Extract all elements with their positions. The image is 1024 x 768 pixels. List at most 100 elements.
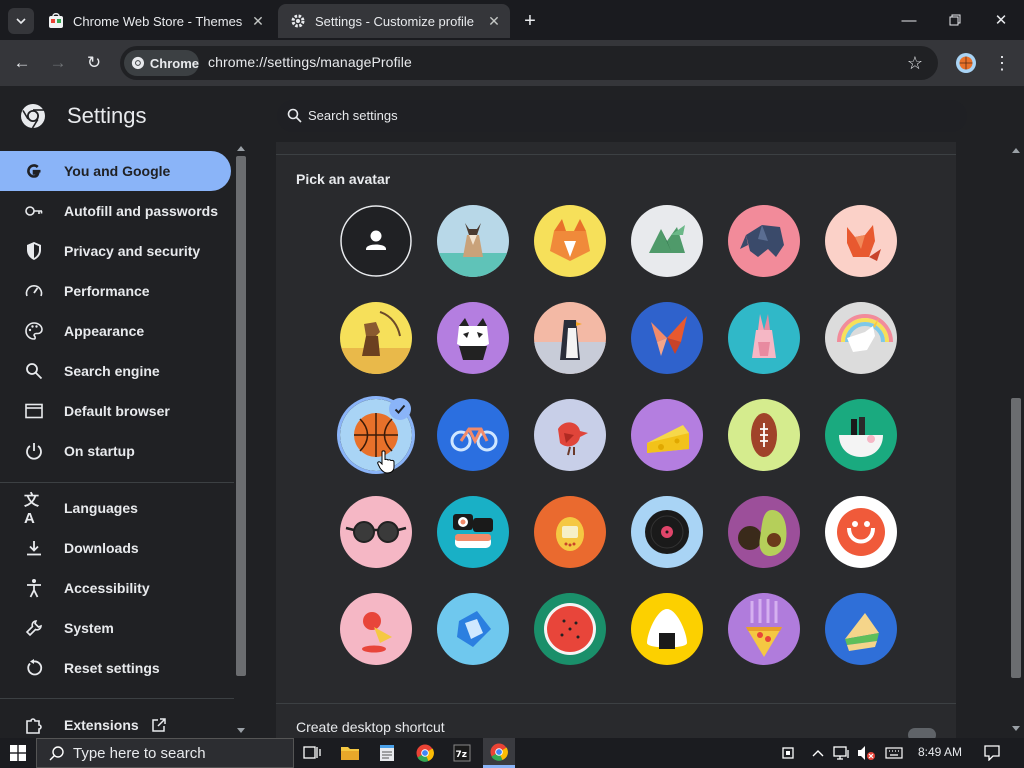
avatar-sushi[interactable] [437,496,509,568]
bird-icon [534,399,606,471]
tab-chrome-web-store[interactable]: Chrome Web Store - Themes ✕ [36,4,274,38]
avatar-ramen[interactable] [825,399,897,471]
avatar-bike[interactable] [437,399,509,471]
scroll-down-icon [1012,726,1020,731]
network-button[interactable] [830,741,854,765]
profile-button[interactable] [952,49,980,77]
sidebar-scrollbar-thumb[interactable] [236,156,246,676]
sidebar-item-languages[interactable]: 文A Languages [0,488,231,528]
sidebar-item-reset-settings[interactable]: Reset settings [0,648,231,688]
close-icon[interactable]: ✕ [250,13,266,29]
avatar-napkin[interactable] [437,593,509,665]
avatar-smiley[interactable] [825,496,897,568]
avatar-origami-butterfly[interactable] [631,302,703,374]
forward-button[interactable]: → [44,49,72,77]
sidebar-item-appearance[interactable]: Appearance [0,311,231,351]
7zip-button[interactable]: 7z [450,741,474,765]
profile-avatar-icon [956,53,976,73]
speedometer-icon [24,281,44,301]
chrome-active-button[interactable] [483,738,515,765]
onigiri-icon [631,593,703,665]
menu-button[interactable]: ⋮ [988,49,1016,77]
show-hidden-icons-button[interactable] [806,741,830,765]
file-explorer-button[interactable] [338,741,362,765]
tray-app-button[interactable] [776,741,800,765]
close-window-button[interactable]: ✕ [978,0,1024,40]
avatar-origami-rabbit[interactable] [728,302,800,374]
sidebar-item-accessibility[interactable]: Accessibility [0,568,231,608]
main-scrollbar-thumb[interactable] [1011,398,1021,678]
avatar-origami-dragon[interactable] [631,205,703,277]
smiley-icon [825,496,897,568]
site-chip[interactable]: Chrome [124,50,199,76]
notepad-button[interactable] [375,741,399,765]
restore-button[interactable] [932,0,978,40]
sidebar-item-privacy[interactable]: Privacy and security [0,231,231,271]
sidebar-item-downloads[interactable]: Downloads [0,528,231,568]
avatar-origami-cat[interactable] [437,205,509,277]
chrome-taskbar-button[interactable] [413,741,437,765]
tab-search-button[interactable] [8,8,34,34]
url-text: chrome://settings/manageProfile [208,54,412,70]
avatar-origami-fox[interactable] [825,205,897,277]
keyboard-icon [885,747,903,759]
vinyl-record-icon [631,496,703,568]
sidebar-item-autofill[interactable]: Autofill and passwords [0,191,231,231]
sidebar-item-you-and-google[interactable]: You and Google [0,151,231,191]
sidebar-scrollbar[interactable] [234,142,248,738]
taskbar-clock[interactable]: 8:49 AM [918,745,962,759]
taskbar-search-input[interactable]: Type here to search [36,738,294,768]
avatar-avocado[interactable] [728,496,800,568]
sidebar-item-default-browser[interactable]: Default browser [0,391,231,431]
star-icon: ☆ [906,52,924,73]
avatar-origami-panda[interactable] [437,302,509,374]
avatar-origami-penguin[interactable] [534,302,606,374]
chevron-up-icon [812,750,824,757]
address-bar[interactable]: Chrome chrome://settings/manageProfile [120,46,938,80]
back-button[interactable]: ← [8,49,36,77]
close-icon[interactable]: ✕ [486,13,502,29]
avatar-cheese[interactable] [631,399,703,471]
sidebar-item-search-engine[interactable]: Search engine [0,351,231,391]
tab-settings[interactable]: Settings - Customize profile ✕ [278,4,510,38]
wrench-icon [24,618,44,638]
origami-dragon-icon [631,205,703,277]
sidebar-item-on-startup[interactable]: On startup [0,431,231,471]
avatar-tamagotchi[interactable] [534,496,606,568]
scroll-down-icon [237,728,245,733]
reload-button[interactable]: ↻ [80,49,108,77]
task-view-button[interactable] [300,741,324,765]
avatar-origami-elephant[interactable] [728,205,800,277]
bookmark-button[interactable]: ☆ [901,49,929,77]
avatar-watermelon[interactable] [534,593,606,665]
sidebar-item-label: Accessibility [64,580,150,596]
volume-button[interactable] [854,741,878,765]
minimize-icon: — [901,11,917,29]
settings-search-input[interactable]: Search settings [277,100,967,132]
avatar-vinyl[interactable] [631,496,703,568]
sidebar-item-label: On startup [64,443,135,459]
notifications-button[interactable] [980,741,1004,765]
notification-icon [984,745,1000,761]
avatar-sandwich[interactable] [825,593,897,665]
new-tab-button[interactable]: + [517,8,543,34]
customize-profile-card: Pick an avatar Create desktop shortcut [276,142,956,742]
keyboard-button[interactable] [882,741,906,765]
avatar-origami-unicorn[interactable] [825,302,897,374]
minimize-button[interactable]: — [886,0,932,40]
sidebar-item-performance[interactable]: Performance [0,271,231,311]
avatar-pizza[interactable] [728,593,800,665]
sidebar-item-system[interactable]: System [0,608,231,648]
avatar-football[interactable] [728,399,800,471]
avatar-ice-cream[interactable] [340,593,412,665]
puzzle-icon [24,715,44,735]
start-button[interactable] [6,741,30,765]
avatar-origami-monkey[interactable] [340,302,412,374]
avatar-bird[interactable] [534,399,606,471]
avatar-origami-corgi[interactable] [534,205,606,277]
toolbar: ← → ↻ Chrome chrome://settings/managePro… [0,40,1024,86]
avatar-sunglasses[interactable] [340,496,412,568]
avatar-silhouette[interactable] [340,205,412,277]
main-scrollbar[interactable] [1008,142,1024,738]
avatar-onigiri[interactable] [631,593,703,665]
